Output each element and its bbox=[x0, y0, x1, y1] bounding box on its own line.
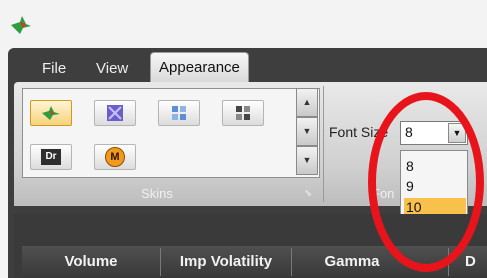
skins-scroll: ▲ ▼ ▼ bbox=[296, 88, 318, 176]
purple-x-icon bbox=[107, 105, 123, 121]
orange-m-icon: M bbox=[105, 147, 125, 167]
scroll-down-button[interactable]: ▼ bbox=[296, 117, 318, 146]
font-size-combobox[interactable]: 8 ▼ bbox=[400, 121, 468, 145]
column-header-d[interactable]: D bbox=[449, 246, 487, 278]
skin-colorful-button[interactable] bbox=[30, 100, 72, 126]
tab-view[interactable]: View bbox=[92, 58, 132, 80]
skin-blue-button[interactable] bbox=[158, 100, 200, 126]
dialog-launcher-icon[interactable]: ⬊ bbox=[304, 188, 316, 200]
dr-badge-icon: Dr bbox=[41, 149, 61, 165]
font-size-option[interactable]: 9 bbox=[404, 177, 466, 196]
skin-dark-button[interactable] bbox=[222, 100, 264, 126]
column-header-gamma[interactable]: Gamma bbox=[292, 246, 412, 278]
group-separator bbox=[323, 86, 324, 202]
font-group-label: Fon bbox=[372, 186, 395, 201]
tab-file[interactable]: File bbox=[38, 58, 70, 80]
skins-group-label: Skins bbox=[141, 186, 173, 201]
title-bar bbox=[0, 0, 487, 48]
gallery-expand-button[interactable]: ▼ bbox=[296, 146, 318, 175]
column-header-imp-volatility[interactable]: Imp Volatility bbox=[161, 246, 291, 278]
tab-appearance[interactable]: Appearance bbox=[150, 52, 249, 83]
skin-dr-button[interactable]: Dr bbox=[30, 144, 72, 170]
colorful-bird-icon bbox=[42, 106, 60, 120]
dark-grid-icon bbox=[236, 106, 250, 120]
chevron-down-icon[interactable]: ▼ bbox=[448, 123, 466, 143]
skin-purple-button[interactable] bbox=[94, 100, 136, 126]
font-size-label: Font Size bbox=[329, 124, 389, 140]
scroll-up-button[interactable]: ▲ bbox=[296, 88, 318, 117]
font-size-option[interactable]: 8 bbox=[404, 157, 466, 176]
font-size-value: 8 bbox=[405, 124, 413, 140]
app-logo-icon bbox=[11, 16, 31, 34]
column-header-volume[interactable]: Volume bbox=[22, 246, 160, 278]
blue-grid-icon bbox=[172, 106, 186, 120]
skin-m-button[interactable]: M bbox=[94, 144, 136, 170]
